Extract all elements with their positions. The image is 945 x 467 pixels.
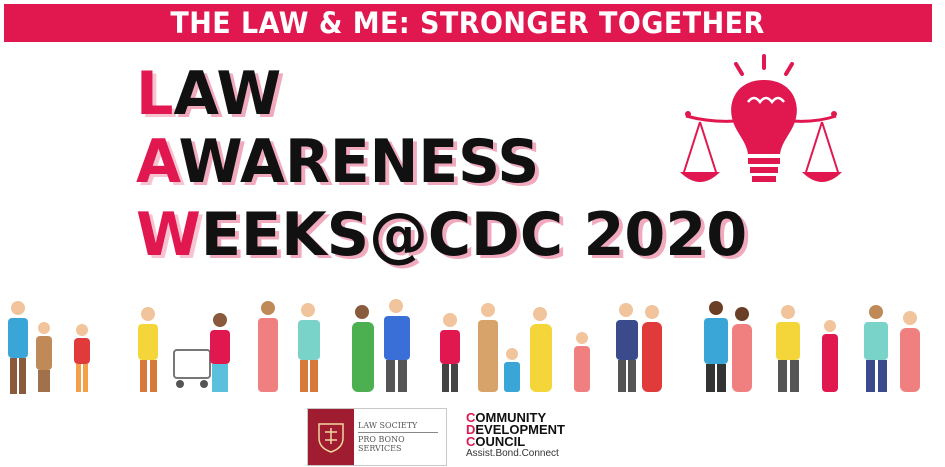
title-line-law: LAW [136,64,281,124]
title-initial-a: A [136,127,179,197]
cdc-logo: COMMUNITY DEVELOPMENT COUNCIL Assist.Bon… [466,411,616,464]
banner-text: THE LAW & ME: STRONGER TOGETHER [170,6,766,40]
title-rest-awareness: WARENESS [178,127,540,197]
title-line-weeks: WEEKS@CDC 2020 [136,205,747,265]
lightbulb-scales-icon [680,54,842,182]
person-group-left [8,301,90,394]
crowd-illustration [8,299,920,394]
person-group-right [704,301,920,392]
title-initial-w: W [136,200,201,270]
cdc-line-council: COUNCIL [466,434,526,449]
title-rest-weeks: EEKS@CDC 2020 [200,200,748,270]
law-society-crest-icon [308,409,354,465]
person-group-center-left [138,299,410,392]
law-society-name: LAW SOCIETY [358,421,438,433]
law-society-logo: LAW SOCIETY PRO BONO SERVICES [307,408,447,466]
title-rest-law: AW [173,59,282,129]
pro-bono-services-label: PRO BONO SERVICES [358,435,405,453]
title-line-awareness: AWARENESS [136,132,539,192]
cdc-tagline: Assist.Bond.Connect [466,448,559,459]
top-banner: THE LAW & ME: STRONGER TOGETHER [4,4,932,42]
person-group-center [440,303,662,392]
title-initial-l: L [136,59,174,129]
